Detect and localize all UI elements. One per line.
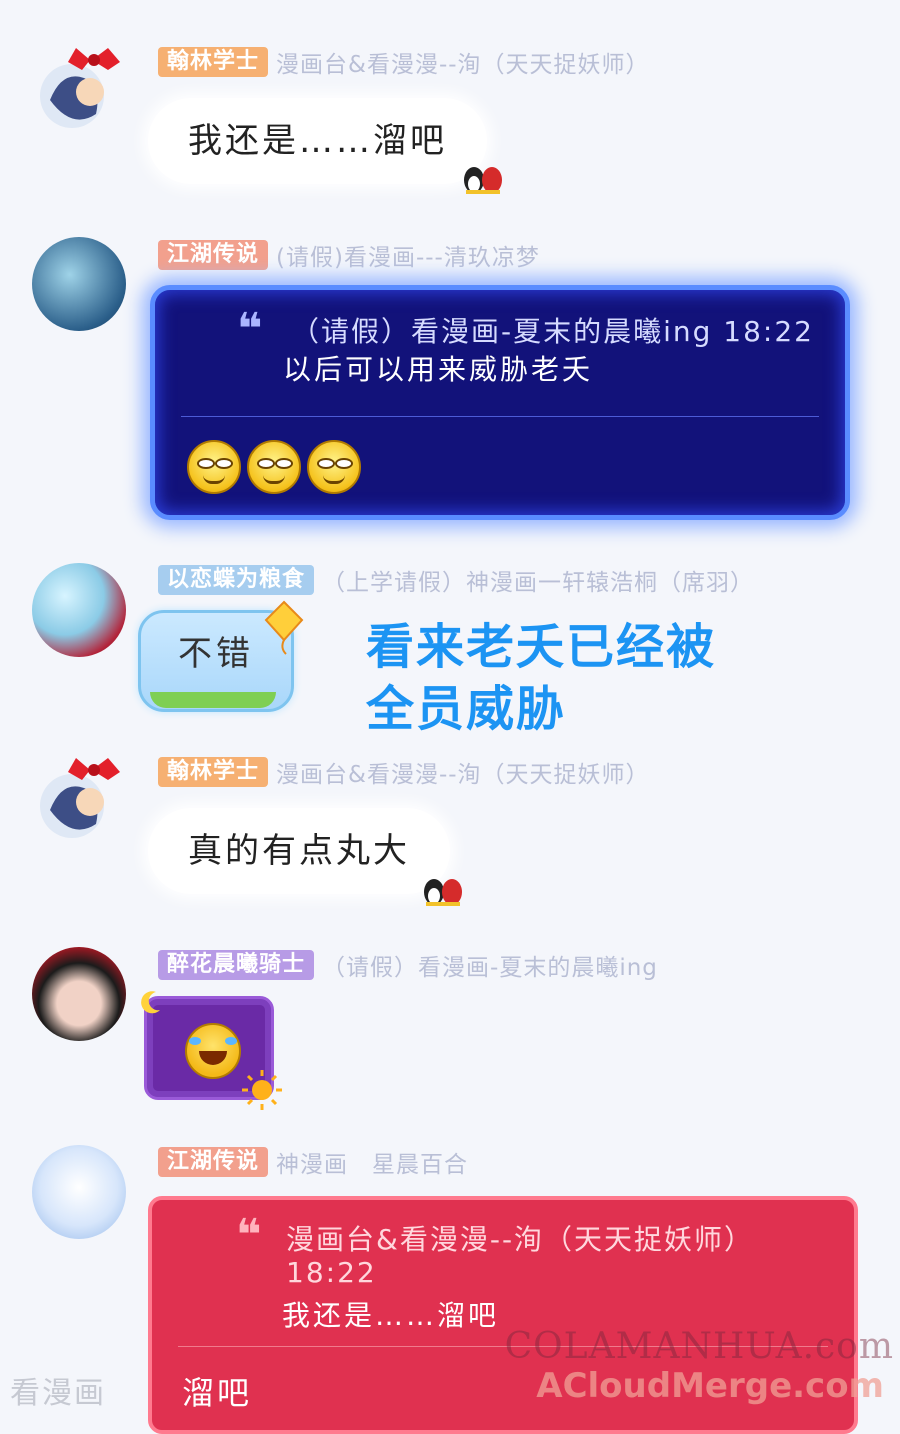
sender-title: 漫画台&看漫漫--洵（天天捉妖师）	[276, 52, 650, 78]
divider	[181, 416, 819, 417]
quoted-time: 18:22	[286, 1256, 377, 1289]
smirk-emoji-icon	[247, 440, 301, 494]
avatar[interactable]	[32, 750, 126, 844]
caption-line: 看来老夭已经被	[366, 619, 717, 675]
sun-icon	[242, 1070, 282, 1110]
watermark: COLAMANHUA.com	[504, 1326, 894, 1367]
qq-penguin-icon	[424, 879, 462, 906]
sender-tag: 翰林学士	[158, 757, 269, 787]
avatar[interactable]	[32, 563, 126, 657]
smirk-emoji-icon	[187, 440, 241, 494]
sender-tag: 以恋蝶为粮食	[158, 565, 315, 595]
grass-decoration	[150, 692, 276, 708]
avatar[interactable]	[32, 1145, 126, 1239]
quote-mark-icon: ❝	[236, 1210, 262, 1261]
sender-tag: 翰林学士	[158, 47, 269, 77]
sender-tag: 江湖传说	[158, 240, 269, 270]
caption-line: 全员威胁	[366, 681, 567, 737]
sender-title: （请假）看漫画-夏末的晨曦ing	[322, 955, 658, 981]
avatar[interactable]	[32, 40, 126, 134]
smirk-emoji-icon	[307, 440, 361, 494]
avatar[interactable]	[32, 947, 126, 1041]
message-text: 我还是……溜吧	[188, 121, 447, 161]
message-text: 不错	[178, 634, 254, 674]
sender-title: 漫画台&看漫漫--洵（天天捉妖师）	[276, 762, 650, 788]
watermark: ACloudMerge.com	[536, 1366, 884, 1406]
caption-text: 看来老夭已经被 全员威胁	[366, 616, 716, 740]
message-text: 真的有点丸大	[188, 831, 410, 871]
quote-reply-bubble[interactable]: ❝ （请假）看漫画-夏末的晨曦ing 18:22 以后可以用来威胁老夭	[150, 285, 850, 520]
watermark: 看漫画	[10, 1376, 106, 1411]
sender-title: 神漫画 星晨百合	[276, 1152, 469, 1178]
sender-tag: 江湖传说	[158, 1147, 269, 1177]
avatar[interactable]	[32, 237, 126, 331]
quoted-meta: 漫画台&看漫漫--洵（天天捉妖师）	[286, 1223, 755, 1256]
message-bubble[interactable]: 我还是……溜吧	[148, 98, 487, 184]
sender-tag: 醉花晨曦骑士	[158, 950, 315, 980]
kite-icon	[264, 600, 304, 655]
reply-text: 溜吧	[182, 1374, 253, 1412]
laughing-emoji-icon	[185, 1023, 241, 1079]
sender-title: (请假)看漫画---清玖凉梦	[276, 245, 540, 271]
qq-penguin-icon	[464, 167, 502, 194]
quoted-meta: （请假）看漫画-夏末的晨曦ing 18:22	[291, 315, 814, 348]
moon-icon	[141, 991, 160, 1014]
message-bubble[interactable]: 真的有点丸大	[148, 808, 450, 894]
quoted-text: 以后可以用来威胁老夭	[283, 353, 594, 386]
quoted-text: 我还是……溜吧	[282, 1299, 500, 1332]
sender-title: （上学请假）神漫画一轩辕浩桐（席羽）	[322, 570, 755, 596]
quote-mark-icon: ❝	[237, 304, 263, 355]
